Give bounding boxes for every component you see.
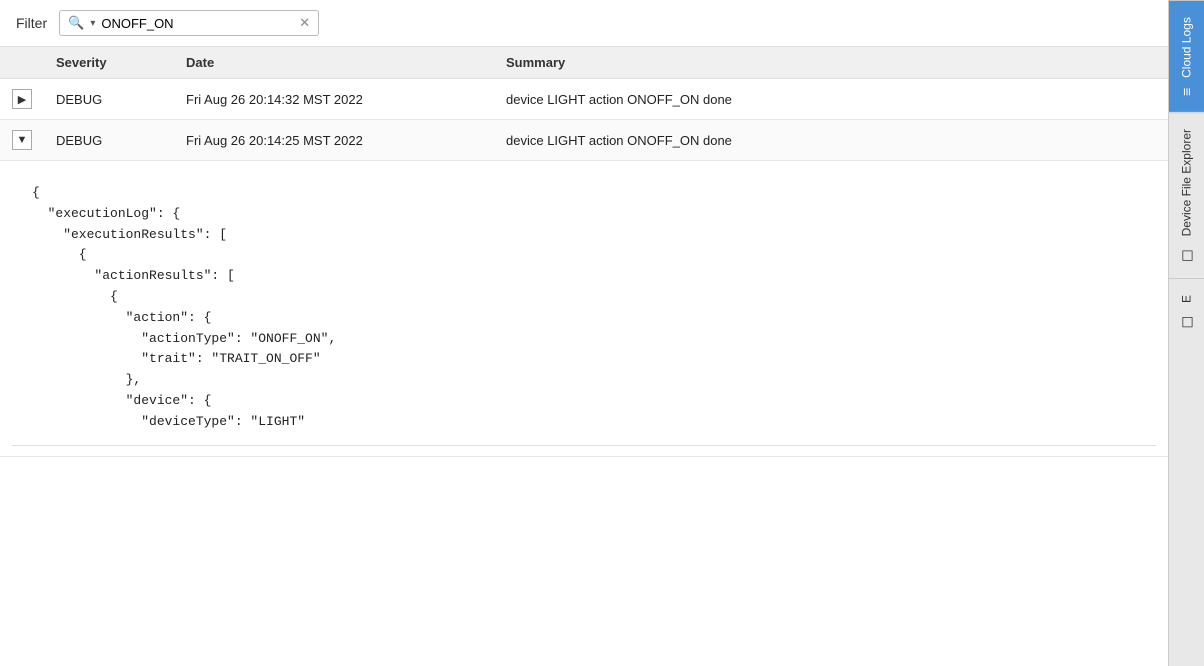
sidebar-tab-other[interactable]: ☐ E [1169,278,1204,345]
other-icon: ☐ [1179,313,1195,329]
col-header-summary: Summary [494,47,1168,79]
json-content-row: { "executionLog": { "executionResults": … [0,161,1168,457]
row2-summary: device LIGHT action ONOFF_ON done [494,120,1168,161]
col-header-date: Date [174,47,494,79]
filter-input-wrapper: 🔍 ▾ ✕ [59,10,319,36]
row1-summary: device LIGHT action ONOFF_ON done [494,79,1168,120]
device-file-explorer-icon: ☐ [1179,246,1195,262]
right-sidebar: ≡ Cloud Logs ☐ Device File Explorer ☐ E [1168,0,1204,666]
filter-clear-icon[interactable]: ✕ [299,15,310,31]
row1-expand-cell: ▶ [0,79,44,120]
sidebar-tab-cloud-logs-label: Cloud Logs [1180,17,1194,78]
col-header-severity: Severity [44,47,174,79]
col-header-expand [0,47,44,79]
table-row: ▶ DEBUG Fri Aug 26 20:14:32 MST 2022 dev… [0,79,1168,120]
table-row: ▼ DEBUG Fri Aug 26 20:14:25 MST 2022 dev… [0,120,1168,161]
row1-expand-button[interactable]: ▶ [12,89,32,109]
search-icon: 🔍 [68,15,84,31]
json-content-cell: { "executionLog": { "executionResults": … [0,161,1168,457]
sidebar-tab-cloud-logs[interactable]: ≡ Cloud Logs [1169,0,1204,112]
table-wrapper: Severity Date Summary ▶ DEBUG Fri Aug 26… [0,47,1168,666]
row2-expand-button[interactable]: ▼ [12,130,32,150]
main-area: Filter 🔍 ▾ ✕ Severity Date Summary [0,0,1168,666]
filter-label: Filter [16,15,47,31]
log-table: Severity Date Summary ▶ DEBUG Fri Aug 26… [0,47,1168,457]
sidebar-tab-device-file-explorer-label: Device File Explorer [1180,129,1194,236]
json-content: { "executionLog": { "executionResults": … [12,171,1156,446]
row2-severity: DEBUG [44,120,174,161]
row1-severity: DEBUG [44,79,174,120]
filter-input[interactable] [101,16,293,31]
sidebar-tab-other-label: E [1180,295,1194,303]
row2-date: Fri Aug 26 20:14:25 MST 2022 [174,120,494,161]
cloud-logs-icon: ≡ [1179,88,1195,96]
table-header-row: Severity Date Summary [0,47,1168,79]
row1-date: Fri Aug 26 20:14:32 MST 2022 [174,79,494,120]
sidebar-tab-device-file-explorer[interactable]: ☐ Device File Explorer [1169,112,1204,278]
filter-bar: Filter 🔍 ▾ ✕ [0,0,1168,47]
row2-expand-cell: ▼ [0,120,44,161]
filter-dropdown-icon[interactable]: ▾ [90,18,95,29]
